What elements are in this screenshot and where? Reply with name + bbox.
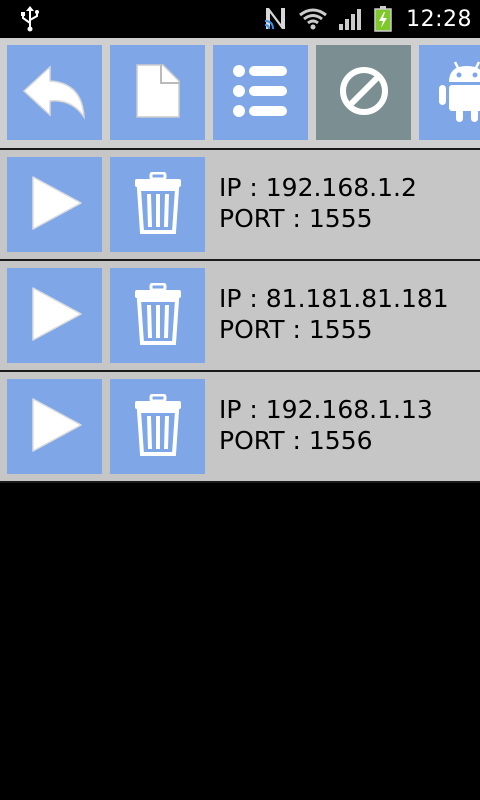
reply-arrow-icon: [20, 61, 90, 125]
port-label: PORT : 1555: [219, 315, 373, 344]
connection-list: IP : 192.168.1.2 PORT : 1555 IP: 81.181…: [0, 150, 480, 483]
file-icon: [133, 61, 183, 125]
trash-icon: [133, 171, 183, 238]
list-button[interactable]: [213, 45, 308, 140]
delete-button[interactable]: [110, 157, 205, 252]
connection-info: IP : 192.168.1.2 PORT : 1555: [219, 172, 417, 234]
status-bar: 12:28: [0, 0, 480, 38]
play-button[interactable]: [7, 379, 102, 474]
battery-charging-icon: [374, 6, 392, 32]
play-icon: [25, 395, 85, 459]
block-button[interactable]: [316, 45, 411, 140]
delete-button[interactable]: [110, 379, 205, 474]
delete-button[interactable]: [110, 268, 205, 363]
port-label: PORT : 1555: [219, 204, 373, 233]
clock: 12:28: [406, 6, 472, 32]
list-item: IP : 192.168.1.13 PORT : 1556: [0, 372, 480, 483]
list-item: IP : 81.181.81.181 PORT : 1555: [0, 261, 480, 372]
list-item: IP : 192.168.1.2 PORT : 1555: [0, 150, 480, 261]
list-icon: [231, 63, 291, 123]
back-button[interactable]: [7, 45, 102, 140]
trash-icon: [133, 393, 183, 460]
connection-info: IP : 81.181.81.181 PORT : 1555: [219, 283, 449, 345]
play-button[interactable]: [7, 157, 102, 252]
play-icon: [25, 284, 85, 348]
port-label: PORT : 1556: [219, 426, 373, 455]
android-button[interactable]: [419, 45, 480, 140]
nfc-icon: [264, 5, 288, 33]
connection-info: IP : 192.168.1.13 PORT : 1556: [219, 394, 433, 456]
ip-label: IP : 192.168.1.2: [219, 173, 417, 202]
ip-label: IP : 81.181.81.181: [219, 284, 449, 313]
new-file-button[interactable]: [110, 45, 205, 140]
ip-label: IP : 192.168.1.13: [219, 395, 433, 424]
prohibit-icon: [336, 63, 392, 123]
play-icon: [25, 173, 85, 237]
trash-icon: [133, 282, 183, 349]
play-button[interactable]: [7, 268, 102, 363]
signal-icon: [338, 7, 364, 31]
usb-icon: [18, 6, 42, 32]
wifi-icon: [298, 7, 328, 31]
toolbar: [0, 38, 480, 148]
android-icon: [437, 58, 480, 128]
